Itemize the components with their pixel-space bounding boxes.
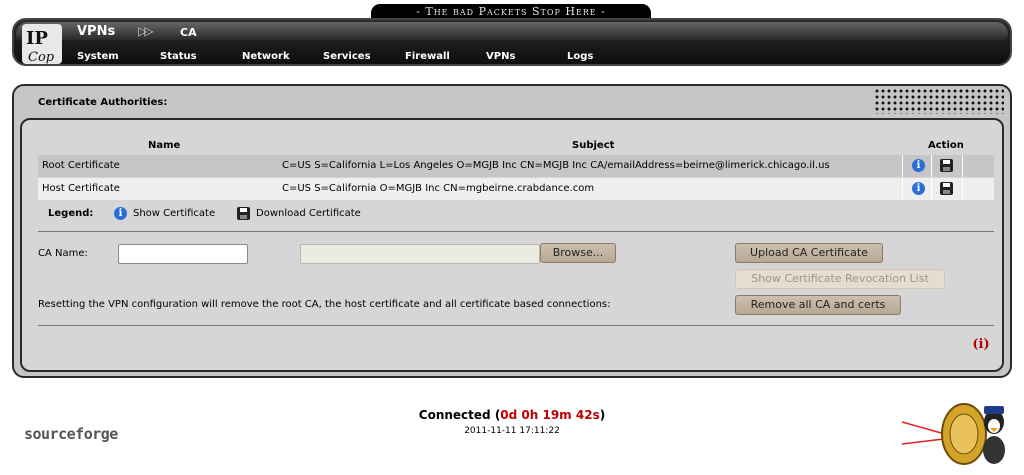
floppy-disk-icon[interactable] <box>940 159 953 172</box>
penguin-cop-mascot-icon <box>902 403 1005 465</box>
floppy-disk-icon[interactable] <box>940 182 953 195</box>
table-row: Root Certificate C=US S=California L=Los… <box>38 155 994 177</box>
info-icon[interactable]: i <box>912 159 925 172</box>
dot-pattern-decoration <box>874 88 1004 114</box>
svg-text:Cop: Cop <box>28 50 55 65</box>
reset-warning-text: Resetting the VPN configuration will rem… <box>38 299 611 310</box>
column-header-action: Action <box>928 140 964 151</box>
nav-vpns[interactable]: VPNs <box>486 51 515 62</box>
cert-name: Host Certificate <box>42 183 120 194</box>
table-row: Host Certificate C=US S=California O=MGJ… <box>38 178 994 200</box>
breadcrumb-separator-icon: ▷▷ <box>138 24 154 38</box>
legend-show-certificate: Show Certificate <box>133 208 216 219</box>
help-icon[interactable]: (i) <box>972 336 990 354</box>
browse-button[interactable]: Browse... <box>540 243 616 263</box>
cert-subject: C=US S=California L=Los Angeles O=MGJB I… <box>282 160 830 171</box>
info-icon[interactable]: i <box>912 182 925 195</box>
status-suffix: ) <box>599 408 606 422</box>
nav-services[interactable]: Services <box>323 51 371 62</box>
sourceforge-logo[interactable]: sourceforge <box>24 425 118 443</box>
nav-network[interactable]: Network <box>242 51 290 62</box>
file-path-input[interactable] <box>300 244 540 264</box>
svg-text:IP: IP <box>26 28 48 49</box>
nav-firewall[interactable]: Firewall <box>405 51 450 62</box>
status-prefix: Connected ( <box>418 408 501 422</box>
info-icon: i <box>114 207 127 220</box>
column-header-subject: Subject <box>572 140 615 151</box>
breadcrumb-page: CA <box>180 26 197 39</box>
certificate-content: Name Subject Action Root Certificate C=U… <box>20 118 1004 372</box>
nav-status[interactable]: Status <box>160 51 197 62</box>
ipcop-logo-icon[interactable]: IP Cop <box>20 22 64 66</box>
divider <box>38 325 994 326</box>
nav-system[interactable]: System <box>77 51 119 62</box>
panel-title: Certificate Authorities: <box>38 97 168 108</box>
show-crl-button[interactable]: Show Certificate Revocation List <box>735 269 945 289</box>
nav-logs[interactable]: Logs <box>567 51 593 62</box>
connection-status: Connected (0d 0h 19m 42s) <box>360 408 664 422</box>
breadcrumb-section: VPNs <box>77 24 116 39</box>
ca-name-label: CA Name: <box>38 248 88 259</box>
legend-label: Legend: <box>48 208 94 219</box>
floppy-disk-icon <box>237 207 250 220</box>
column-header-name: Name <box>148 140 181 151</box>
timestamp: 2011-11-11 17:11:22 <box>464 426 560 436</box>
cert-name: Root Certificate <box>42 160 120 171</box>
legend-download-certificate: Download Certificate <box>256 208 361 219</box>
divider <box>38 231 994 232</box>
cert-subject: C=US S=California O=MGJB Inc CN=mgbeirne… <box>282 183 595 194</box>
uptime-value: 0d 0h 19m 42s <box>500 408 600 422</box>
ca-name-input[interactable] <box>118 244 248 264</box>
remove-all-ca-and-certs-button[interactable]: Remove all CA and certs <box>735 295 901 315</box>
upload-ca-certificate-button[interactable]: Upload CA Certificate <box>735 243 883 263</box>
top-header: IP Cop VPNs ▷▷ CA System Status Network … <box>12 18 1012 66</box>
certificate-panel: Certificate Authorities: Name Subject Ac… <box>12 84 1012 378</box>
